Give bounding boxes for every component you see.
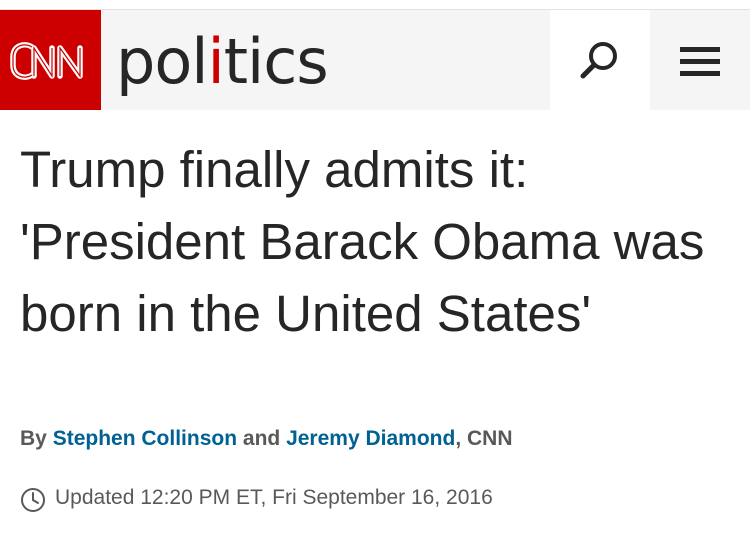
section-title-suffix: tics bbox=[223, 25, 329, 98]
author-link-stephen-collinson[interactable]: Stephen Collinson bbox=[53, 427, 237, 450]
section-title-prefix: pol bbox=[116, 25, 209, 98]
cnn-logo-icon bbox=[10, 42, 83, 80]
author-link-jeremy-diamond[interactable]: Jeremy Diamond bbox=[286, 427, 455, 450]
menu-button[interactable] bbox=[650, 10, 750, 110]
byline-prefix: By bbox=[20, 427, 47, 450]
timestamp-text: Updated 12:20 PM ET, Fri September 16, 2… bbox=[55, 486, 493, 509]
byline-suffix: , CNN bbox=[455, 427, 513, 450]
cnn-logo[interactable] bbox=[0, 10, 101, 110]
article-headline: Trump finally admits it: 'President Bara… bbox=[20, 141, 705, 342]
search-icon bbox=[580, 42, 617, 79]
hamburger-menu-icon bbox=[680, 71, 720, 76]
search-button[interactable] bbox=[550, 10, 650, 110]
section-title[interactable]: politics bbox=[116, 22, 329, 102]
site-header: politics bbox=[0, 10, 750, 110]
top-divider bbox=[0, 0, 750, 10]
section-title-accent: i bbox=[207, 25, 225, 98]
hamburger-menu-icon bbox=[680, 47, 720, 52]
clock-icon bbox=[21, 488, 45, 512]
byline-conjunction: and bbox=[242, 427, 281, 450]
hamburger-menu-icon bbox=[680, 59, 720, 64]
article-byline: By Stephen Collinson and Jeremy Diamond,… bbox=[20, 427, 512, 451]
